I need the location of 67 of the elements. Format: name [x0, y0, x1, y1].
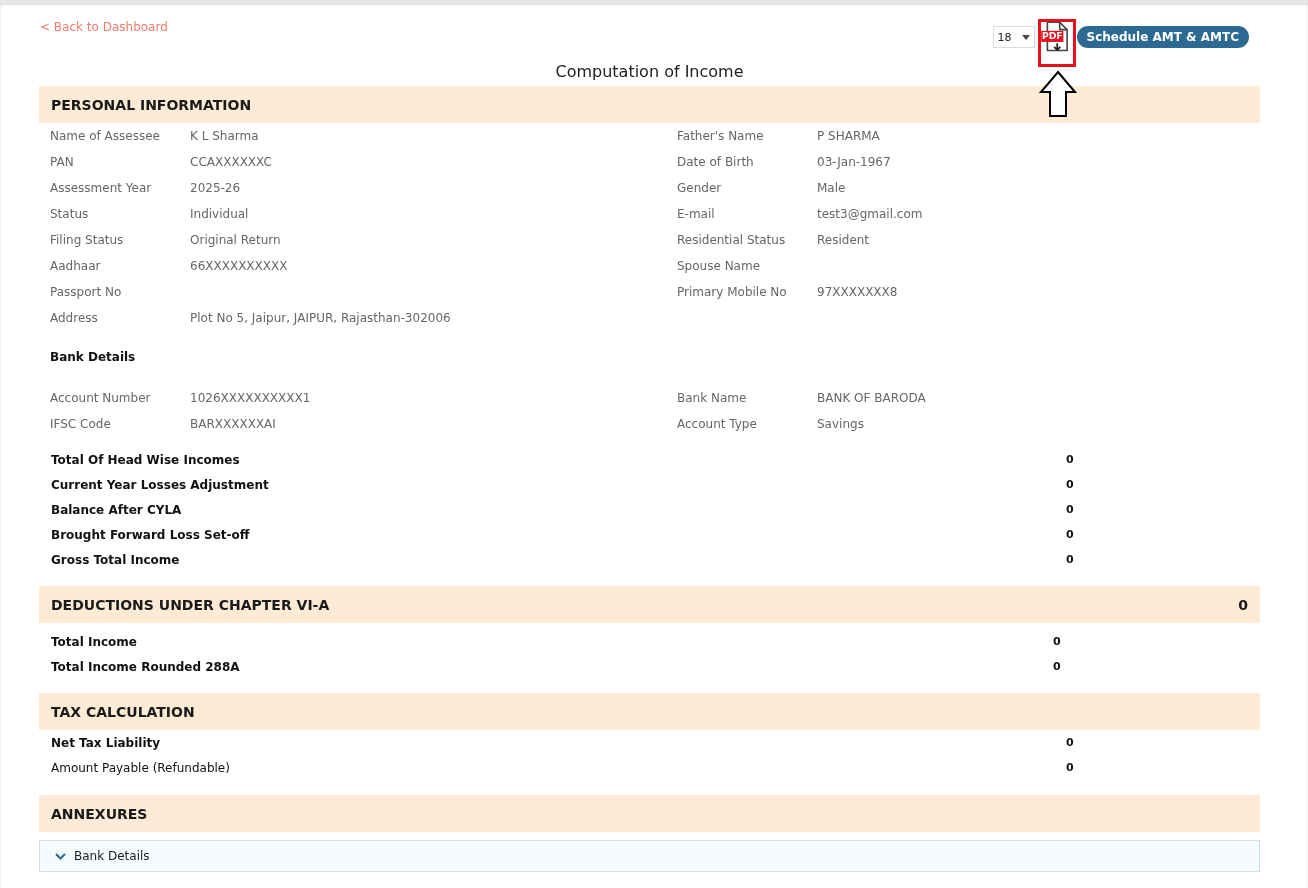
- row-value: 0: [1066, 528, 1075, 541]
- row-label: Total Income Rounded 288A: [51, 659, 241, 674]
- field-label: IFSC Code: [50, 417, 112, 431]
- field-value: 66XXXXXXXXXX: [190, 259, 289, 273]
- section-header: PERSONAL INFORMATION: [39, 86, 1260, 123]
- field-label: Passport No: [50, 285, 123, 299]
- field-label: Assessment Year: [50, 181, 153, 195]
- field-value: P SHARMA: [817, 129, 881, 143]
- field-value: Savings: [817, 417, 865, 431]
- row-label: Brought Forward Loss Set-off: [51, 527, 251, 542]
- row-value: 0: [1053, 635, 1062, 648]
- field-label: Account Number: [50, 391, 152, 405]
- field-label: Date of Birth: [677, 155, 755, 169]
- field-value: test3@gmail.com: [817, 207, 924, 221]
- row-value: 0: [1066, 478, 1075, 491]
- field-value: Male: [817, 181, 847, 195]
- row-label: Balance After CYLA: [51, 502, 183, 517]
- row-label: Current Year Losses Adjustment: [51, 477, 270, 492]
- field-label: Filing Status: [50, 233, 125, 247]
- field-value: Resident: [817, 233, 871, 247]
- field-value: K L Sharma: [190, 129, 260, 143]
- page-title: Computation of Income: [554, 62, 745, 81]
- row-value: 0: [1066, 503, 1075, 516]
- field-value: BANK OF BARODA: [817, 391, 927, 405]
- field-label: Name of Assessee: [50, 129, 161, 143]
- field-value: 1026XXXXXXXXXX1: [190, 391, 312, 405]
- field-value: Individual: [190, 207, 250, 221]
- highlight-frame: [1037, 19, 1076, 67]
- field-label: Spouse Name: [677, 259, 762, 273]
- caret-icon: [1021, 34, 1030, 40]
- accordion-header[interactable]: Bank Details: [39, 840, 1260, 872]
- field-value: Plot No 5, Jaipur, JAIPUR, Rajasthan-302006: [190, 311, 452, 325]
- row-value: 0: [1066, 553, 1075, 566]
- section-title: DEDUCTIONS UNDER CHAPTER VI-A: [51, 596, 330, 613]
- row-label: Net Tax Liability: [51, 735, 162, 750]
- field-label: Primary Mobile No: [677, 285, 788, 299]
- section-header: TAX CALCULATION: [39, 693, 1260, 730]
- field-label: Aadhaar: [50, 259, 102, 273]
- field-value: 2025-26: [190, 181, 242, 195]
- field-value: BARXXXXXXAI: [190, 417, 277, 431]
- subsection-title: Bank Details: [49, 349, 137, 366]
- row-value: 0: [1053, 660, 1062, 673]
- field-value: CCAXXXXXXC: [190, 155, 273, 169]
- field-label: Residential Status: [677, 233, 787, 247]
- row-value: 0: [1066, 736, 1075, 749]
- section-total: 0: [1238, 596, 1248, 613]
- field-value: Original Return: [190, 233, 282, 247]
- page-select[interactable]: 18: [992, 26, 1035, 48]
- row-label: Amount Payable (Refundable): [51, 760, 231, 775]
- field-value: 97XXXXXXX8: [817, 285, 899, 299]
- up-arrow-icon: [1038, 70, 1077, 118]
- field-label: PAN: [50, 155, 75, 169]
- row-label: Total Of Head Wise Incomes: [51, 452, 241, 467]
- field-label: Status: [50, 207, 90, 221]
- row-label: Total Income: [51, 634, 138, 649]
- field-label: Account Type: [677, 417, 758, 431]
- row-value: 0: [1066, 453, 1075, 466]
- field-label: Father's Name: [677, 129, 765, 143]
- row-value: 0: [1066, 761, 1075, 774]
- field-label: Address: [50, 311, 99, 325]
- section-header: ANNEXURES: [39, 795, 1260, 832]
- schedule-button[interactable]: Schedule AMT & AMTC: [1076, 26, 1249, 48]
- field-label: Gender: [677, 181, 723, 195]
- field-label: Bank Name: [677, 391, 748, 405]
- field-label: E-mail: [677, 207, 716, 221]
- row-label: Gross Total Income: [51, 552, 181, 567]
- field-value: 03-Jan-1967: [817, 155, 892, 169]
